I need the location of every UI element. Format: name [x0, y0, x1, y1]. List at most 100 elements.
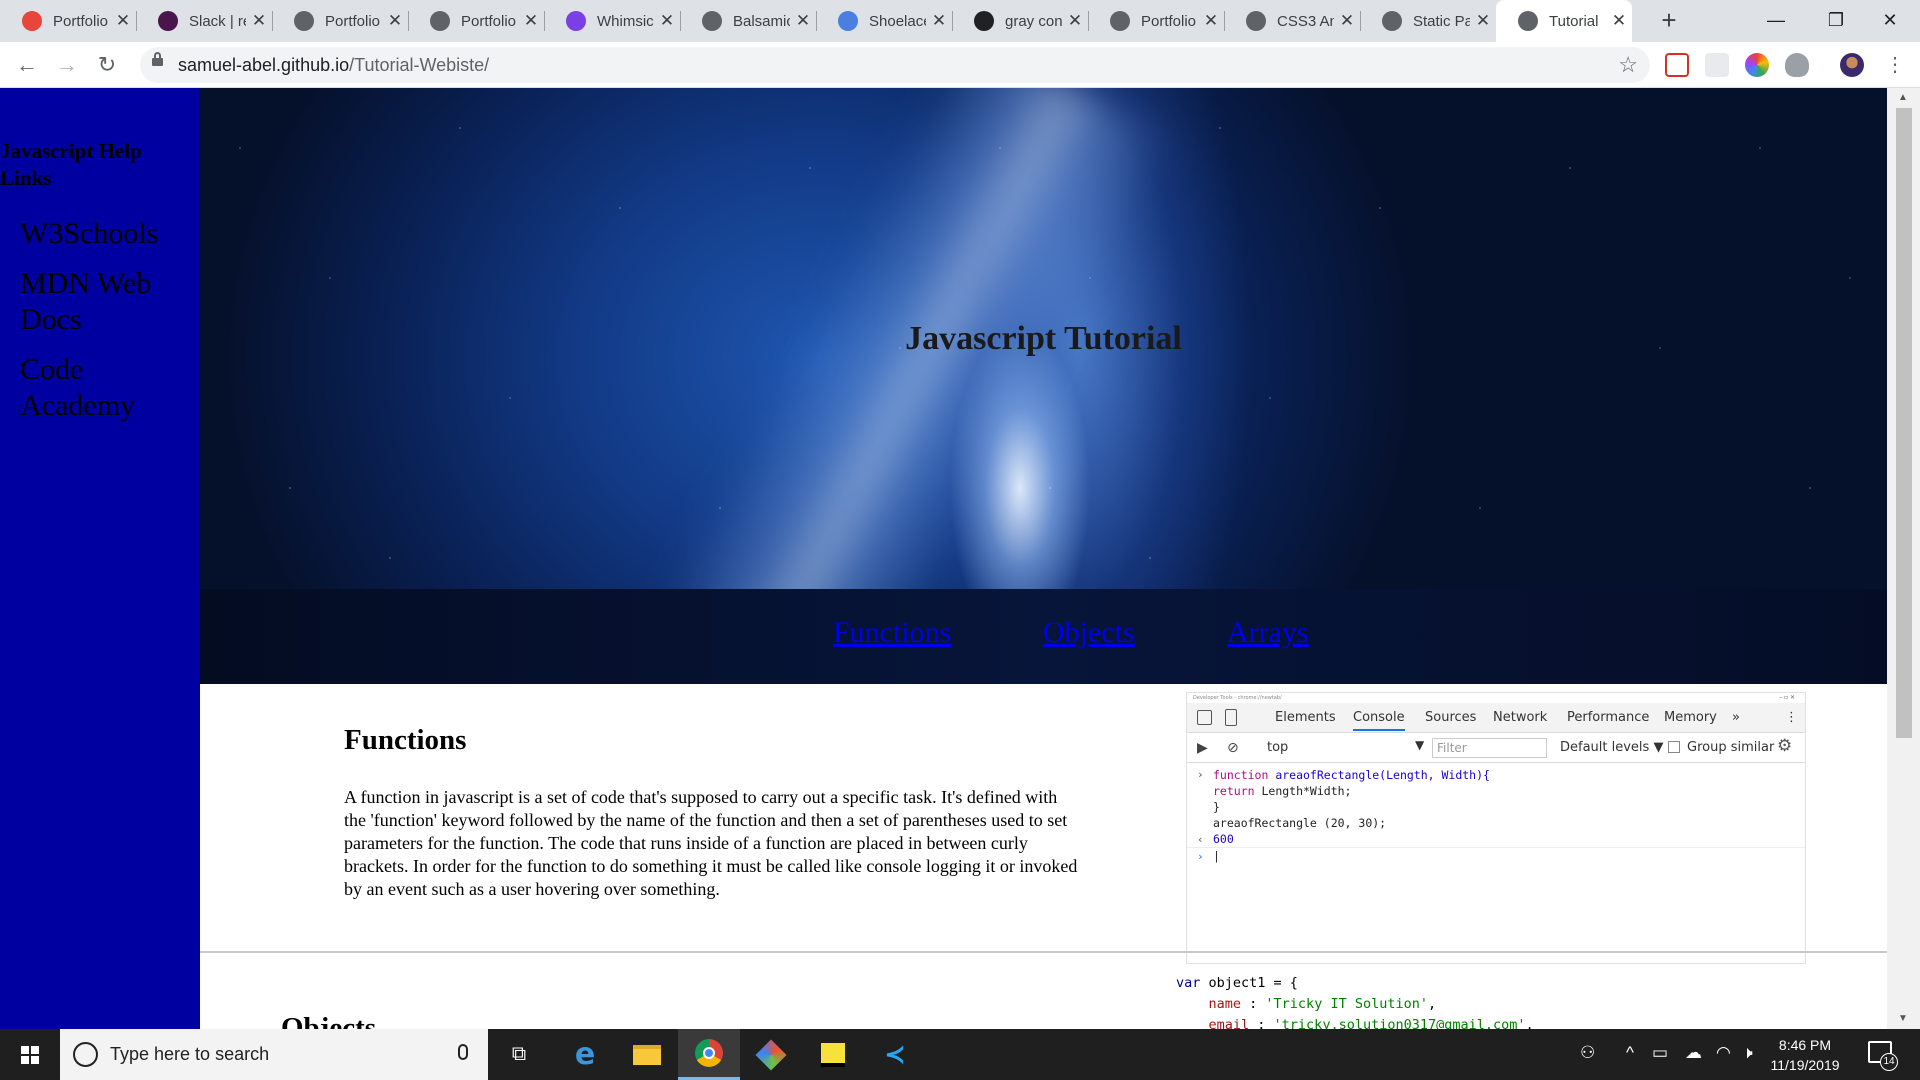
- bug-extension-icon[interactable]: [1785, 53, 1809, 77]
- new-tab-button[interactable]: +: [1655, 6, 1683, 34]
- console-output: › function areaofRectangle(Length, Width…: [1187, 763, 1805, 864]
- tab-favicon-icon: [294, 11, 314, 31]
- nav-link-objects[interactable]: Objects: [1043, 616, 1135, 650]
- notification-count-badge: 14: [1880, 1053, 1898, 1071]
- tab-title: Portfolio: [53, 12, 109, 30]
- taskbar-search-placeholder: Type here to search: [110, 1044, 270, 1064]
- close-window-button[interactable]: ✕: [1860, 0, 1920, 42]
- onedrive-icon[interactable]: ☁: [1685, 1043, 1702, 1063]
- lock-icon: [152, 52, 163, 66]
- nav-link-arrays[interactable]: Arrays: [1227, 616, 1309, 650]
- sidebar-link-w3schools[interactable]: W3Schools: [20, 216, 180, 252]
- tab-close-icon[interactable]: ✕: [1062, 11, 1088, 31]
- sticky-notes-icon[interactable]: [802, 1029, 864, 1080]
- tab-close-icon[interactable]: ✕: [654, 11, 680, 31]
- task-view-icon[interactable]: ⧉: [488, 1029, 550, 1080]
- taskbar-search[interactable]: Type here to search: [60, 1029, 488, 1080]
- sidebar-link-codeacademy[interactable]: Code Academy: [20, 352, 180, 424]
- tab-favicon-icon: [1246, 11, 1266, 31]
- tab-close-icon[interactable]: ✕: [926, 11, 952, 31]
- tab-close-icon[interactable]: ✕: [246, 11, 272, 31]
- code-line-3: email : 'tricky.solution0317@gmail.com',: [1176, 1017, 1534, 1029]
- colorpicker-extension-icon[interactable]: [1745, 53, 1769, 77]
- minimize-button[interactable]: —: [1746, 0, 1806, 42]
- browser-tab[interactable]: CSS3 An ✕: [1224, 0, 1361, 42]
- console-result-chevron-icon: ‹: [1197, 833, 1204, 846]
- browser-tab[interactable]: Whimsic ✕: [544, 0, 681, 42]
- console-result: 600: [1213, 832, 1234, 846]
- sidebar-link-mdn[interactable]: MDN Web Docs: [20, 266, 180, 338]
- browser-tab[interactable]: gray con ✕: [952, 0, 1089, 42]
- browser-tab[interactable]: Portfolio ✕: [408, 0, 545, 42]
- console-code-line-4: areaofRectangle (20, 30);: [1213, 816, 1387, 830]
- git-icon[interactable]: [740, 1029, 802, 1080]
- browser-tab[interactable]: Portfolio ✕: [1088, 0, 1225, 42]
- clock-date: 11/19/2019: [1770, 1057, 1840, 1073]
- tab-close-icon[interactable]: ✕: [790, 11, 816, 31]
- url-text[interactable]: samuel-abel.github.io/Tutorial-Webiste/: [178, 55, 489, 76]
- scroll-down-arrow-icon[interactable]: ▼: [1898, 1013, 1908, 1024]
- file-explorer-icon[interactable]: [616, 1029, 678, 1080]
- section-nav: Functions Objects Arrays: [200, 589, 1887, 684]
- tab-close-icon[interactable]: ✕: [110, 11, 136, 31]
- bookmark-star-icon[interactable]: ☆: [1618, 52, 1638, 78]
- tab-title: Whimsic: [597, 12, 654, 30]
- tab-favicon-icon: [566, 11, 586, 31]
- microphone-icon[interactable]: [458, 1044, 468, 1060]
- console-prompt-icon: ›: [1197, 850, 1204, 863]
- extension-icon[interactable]: [1705, 53, 1729, 77]
- tab-close-icon[interactable]: ✕: [1198, 11, 1224, 31]
- system-clock[interactable]: 8:46 PM 11/19/2019: [1760, 1035, 1850, 1075]
- group-similar-checkbox: [1668, 741, 1680, 753]
- gear-icon: ⚙: [1777, 736, 1793, 756]
- page-title: Javascript Tutorial: [905, 320, 1182, 357]
- nav-link-functions[interactable]: Functions: [833, 616, 951, 650]
- profile-avatar[interactable]: [1840, 53, 1864, 77]
- tab-close-icon[interactable]: ✕: [382, 11, 408, 31]
- browser-tab[interactable]: Portfolio ✕: [0, 0, 137, 42]
- scrollbar-thumb[interactable]: [1896, 108, 1912, 738]
- tab-close-icon[interactable]: ✕: [1470, 11, 1496, 31]
- battery-icon[interactable]: ▭: [1652, 1043, 1668, 1063]
- tab-favicon-icon: [974, 11, 994, 31]
- people-icon[interactable]: ⚇: [1580, 1043, 1595, 1063]
- tab-close-icon[interactable]: ✕: [518, 11, 544, 31]
- tab-title: Tutorial: [1549, 12, 1599, 30]
- browser-tab[interactable]: Tutorial ✕: [1496, 0, 1632, 42]
- browser-tab[interactable]: Shoelace ✕: [816, 0, 953, 42]
- tab-close-icon[interactable]: ✕: [1606, 11, 1632, 31]
- volume-muted-icon[interactable]: 🕨: [1742, 1043, 1753, 1063]
- chrome-icon[interactable]: [678, 1029, 740, 1080]
- kebab-menu-icon[interactable]: ⋮: [1880, 50, 1910, 80]
- scroll-up-arrow-icon[interactable]: ▲: [1898, 92, 1908, 103]
- wifi-icon[interactable]: ◠: [1716, 1043, 1731, 1063]
- maximize-button[interactable]: ❐: [1806, 0, 1866, 42]
- sidebar: Javascript Help Links W3Schools MDN Web …: [0, 88, 200, 1029]
- browser-tab[interactable]: Slack | re ✕: [136, 0, 273, 42]
- code-line-2: name : 'Tricky IT Solution',: [1176, 996, 1437, 1012]
- tab-close-icon[interactable]: ✕: [1334, 11, 1360, 31]
- devtools-more-icon: »: [1732, 710, 1740, 725]
- address-bar[interactable]: samuel-abel.github.io/Tutorial-Webiste/ …: [140, 47, 1650, 83]
- functions-description: A function in javascript is a set of cod…: [344, 787, 1078, 899]
- tab-title: Balsamic: [733, 12, 790, 30]
- pocket-extension-icon[interactable]: [1665, 53, 1689, 77]
- browser-tab[interactable]: Portfolio ✕: [272, 0, 409, 42]
- reload-icon[interactable]: ↻: [92, 50, 122, 80]
- devtools-tab-network: Network: [1493, 710, 1548, 725]
- browser-tab[interactable]: Balsamic ✕: [680, 0, 817, 42]
- show-hidden-icons-icon[interactable]: ^: [1626, 1043, 1634, 1063]
- tab-favicon-icon: [1110, 11, 1130, 31]
- console-code-line-1: function areaofRectangle(Length, Width){: [1213, 768, 1490, 782]
- tab-favicon-icon: [1382, 11, 1402, 31]
- start-button[interactable]: [0, 1029, 60, 1080]
- browser-tab[interactable]: Static Pa ✕: [1360, 0, 1496, 42]
- page-scrollbar[interactable]: ▲ ▼: [1887, 88, 1920, 1029]
- console-input-chevron-icon: ›: [1197, 768, 1204, 781]
- vscode-icon[interactable]: ≺: [864, 1029, 926, 1080]
- back-arrow-icon[interactable]: ←: [12, 50, 42, 80]
- edge-icon[interactable]: e: [554, 1029, 616, 1080]
- forward-arrow-icon[interactable]: →: [52, 50, 82, 80]
- group-similar-label: Group similar: [1687, 740, 1775, 755]
- log-levels-select: Default levels ▼: [1560, 740, 1664, 755]
